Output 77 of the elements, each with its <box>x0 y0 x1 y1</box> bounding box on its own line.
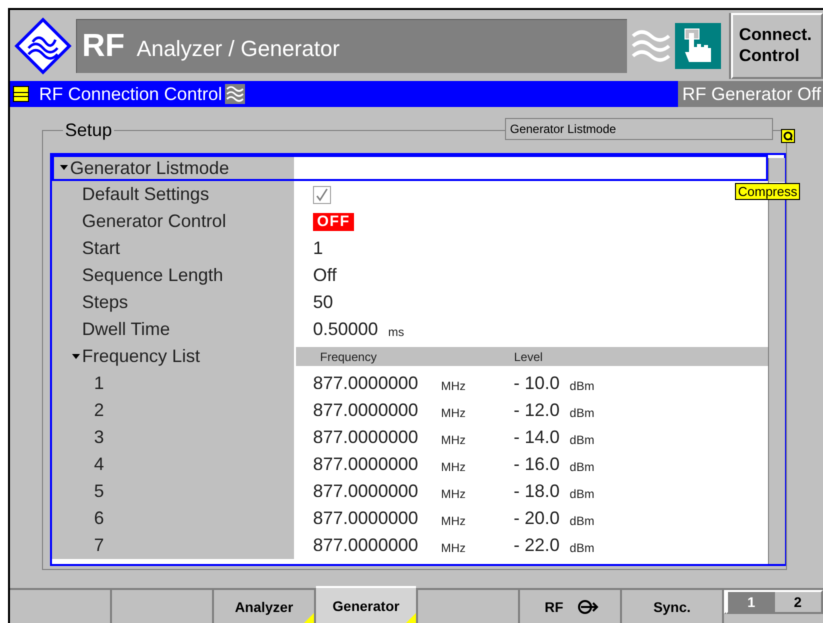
corner-marker-icon <box>406 613 416 623</box>
row-index: 2 <box>94 400 104 421</box>
row-index: 1 <box>94 373 104 394</box>
level-value[interactable]: - 18.0 <box>502 481 560 502</box>
generator-control-value[interactable]: OFF <box>313 212 354 230</box>
menu-title: RF Connection Control <box>39 84 222 104</box>
rf-softkey[interactable]: RF <box>540 596 568 616</box>
corner-marker-icon <box>304 613 314 623</box>
unit-label: dBm <box>570 512 594 528</box>
softkey-tab[interactable]: Analyzer <box>214 590 314 623</box>
row-index: 6 <box>94 508 104 529</box>
unit-label: dBm <box>570 432 594 446</box>
unit-label: MHz <box>441 378 466 392</box>
parameter-value[interactable]: Off <box>313 265 337 286</box>
menu-icon[interactable] <box>13 86 29 102</box>
frequency-value[interactable]: 877.0000000 <box>313 508 431 529</box>
list-label: Frequency List <box>82 346 200 367</box>
frequency-value[interactable]: 877.0000000 <box>313 373 431 394</box>
row-index: 4 <box>94 454 104 475</box>
parameter-label: Default Settings <box>82 184 210 205</box>
row-index: 3 <box>94 427 104 448</box>
parameter-label: Dwell Time <box>82 319 170 340</box>
wave-icon <box>631 28 671 64</box>
rf-connector-icon <box>577 598 600 614</box>
unit-label: dBm <box>570 540 594 554</box>
expand-arrow-icon[interactable] <box>72 352 80 360</box>
level-value[interactable]: - 20.0 <box>502 508 560 529</box>
parameter-value[interactable]: 50 <box>313 292 334 313</box>
generator-status: RF Generator Off <box>678 81 823 107</box>
frequency-value[interactable]: 877.0000000 <box>313 400 431 421</box>
parameter-label: Steps <box>82 292 128 313</box>
checkbox[interactable] <box>313 186 331 204</box>
level-value[interactable]: - 12.0 <box>502 400 560 421</box>
row-index: 5 <box>94 481 104 502</box>
unit-label: MHz <box>441 458 466 474</box>
hand-pointer-icon[interactable] <box>675 22 721 68</box>
column-header: Level <box>514 350 543 364</box>
frequency-value[interactable]: 877.0000000 <box>313 427 431 448</box>
unit-label: ms <box>388 324 404 338</box>
parameter-value[interactable]: 1 <box>313 238 324 259</box>
parameter-label: Sequence Length <box>82 265 224 286</box>
sync-softkey[interactable]: Sync. <box>649 596 695 616</box>
unit-label: MHz <box>441 486 466 500</box>
frequency-value[interactable]: 877.0000000 <box>313 454 431 475</box>
group-label: Generator Listmode <box>70 158 230 178</box>
compress-tooltip: Compress <box>735 183 800 200</box>
setup-legend: Setup <box>63 120 114 141</box>
unit-label: MHz <box>441 540 466 554</box>
unit-label: dBm <box>570 404 594 420</box>
parameter-label: Generator Control <box>82 211 226 232</box>
connect-control-button[interactable]: Connect. Control <box>731 12 823 78</box>
title-subtitle: Analyzer / Generator <box>136 34 340 62</box>
frequency-value[interactable]: 877.0000000 <box>313 481 431 502</box>
title-main: RF <box>82 27 125 64</box>
section-label: Generator Listmode <box>505 118 773 140</box>
level-value[interactable]: - 22.0 <box>502 535 560 556</box>
unit-label: dBm <box>570 486 594 500</box>
row-index: 7 <box>94 535 104 556</box>
refresh-icon[interactable] <box>781 129 795 143</box>
unit-label: MHz <box>441 432 466 446</box>
unit-label: MHz <box>441 512 466 528</box>
parameter-label: Start <box>82 238 120 259</box>
tree-group-row[interactable]: Generator Listmode <box>52 155 768 181</box>
page-toggle[interactable]: 2 <box>774 592 821 612</box>
column-header: Frequency <box>320 350 378 364</box>
unit-label: dBm <box>570 458 594 474</box>
unit-label: MHz <box>441 404 466 420</box>
level-value[interactable]: - 14.0 <box>502 427 560 448</box>
softkey-tab[interactable]: Generator <box>316 586 416 623</box>
unit-label: dBm <box>570 378 594 392</box>
parameter-value[interactable]: 0.50000 <box>313 319 378 340</box>
level-value[interactable]: - 10.0 <box>502 373 560 394</box>
level-value[interactable]: - 16.0 <box>502 454 560 475</box>
wave-icon <box>225 84 246 104</box>
page-toggle[interactable]: 1 <box>728 592 774 612</box>
expand-arrow-icon[interactable] <box>60 164 68 172</box>
frequency-value[interactable]: 877.0000000 <box>313 535 431 556</box>
